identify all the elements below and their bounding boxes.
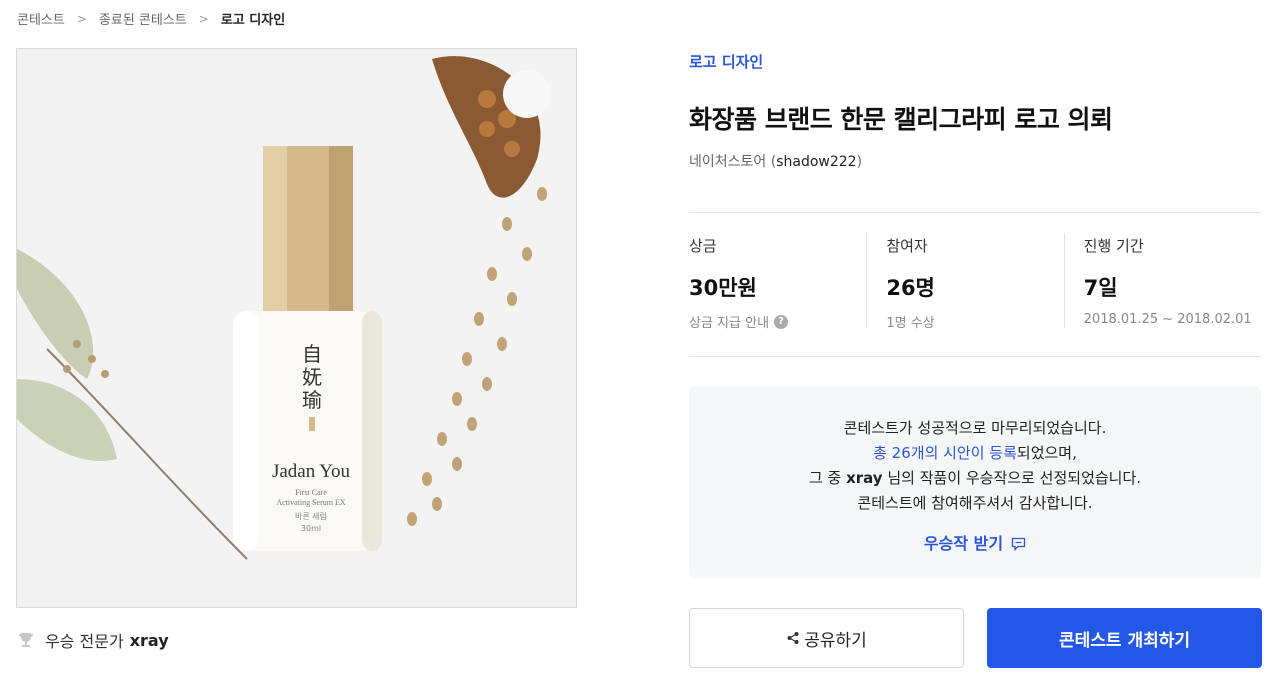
bottle-brand-name: Jadan You	[272, 461, 351, 482]
bottle-line: First Care	[295, 488, 327, 497]
stat-period: 진행 기간 7일 2018.01.25 ~ 2018.02.01	[1063, 213, 1261, 356]
trophy-icon	[19, 633, 33, 647]
breadcrumb-item-ended-contest[interactable]: 종료된 콘테스트	[99, 9, 187, 28]
bottle-brand-char: 妩	[302, 365, 322, 389]
winner-row: 우승 전문가 xray	[17, 628, 169, 652]
winner-name[interactable]: xray	[130, 631, 169, 650]
share-icon	[787, 632, 799, 644]
prize-info-link[interactable]: 상금 지급 안내 ?	[689, 312, 866, 331]
winner-name-inline: xray	[846, 469, 883, 487]
host-contest-button[interactable]: 콘테스트 개최하기	[987, 608, 1262, 668]
stat-value: 30만원	[689, 276, 757, 300]
winning-artwork-image[interactable]: 自 妩 瑜 Jadan You First Care Activating Se…	[16, 48, 577, 608]
bottle-line: 30ml	[301, 524, 321, 533]
notice-line: 총 26개의 시안이 등록되었으며,	[689, 441, 1261, 466]
share-button-label: 공유하기	[804, 630, 867, 651]
award-link-label: 우승작 받기	[923, 534, 1004, 553]
stat-sub: 상금 지급 안내	[689, 316, 770, 331]
winner-label: 우승 전문가	[45, 632, 124, 651]
bottle-brand-char: 瑜	[302, 388, 322, 412]
notice-line: 콘테스트에 참여해주셔서 감사합니다.	[857, 494, 1093, 512]
notice-line: 콘테스트가 성공적으로 마무리되었습니다.	[843, 419, 1107, 437]
share-button[interactable]: 공유하기	[689, 608, 964, 668]
stat-sub: 1명 수상	[886, 316, 935, 331]
bottle-line: Activating Serum EX	[276, 498, 346, 507]
owner-id-paren: )	[856, 154, 863, 170]
stat-value: 26명	[886, 276, 935, 300]
stat-label: 상금	[689, 237, 717, 255]
notice-line: 그 중 xray 님의 작품이 우승작으로 선정되었습니다.	[689, 466, 1261, 491]
notice-text: 그 중	[808, 469, 847, 487]
stat-label: 참여자	[886, 237, 928, 255]
contest-complete-notice: 콘테스트가 성공적으로 마무리되었습니다. 총 26개의 시안이 등록되었으며,…	[689, 386, 1261, 578]
bottle-line: 바른 세럼	[295, 511, 327, 521]
contest-title: 화장품 브랜드 한문 캘리그라피 로고 의뢰	[689, 105, 1113, 134]
chevron-right-icon: >	[198, 11, 209, 26]
contest-owner: 네이처스토어 (shadow222)	[689, 151, 862, 171]
owner-id: shadow222	[776, 154, 857, 170]
notice-text: 님의 작품이 우승작으로 선정되었습니다.	[882, 469, 1142, 487]
get-winning-work-link[interactable]: 우승작 받기	[924, 531, 1026, 556]
stat-participants: 참여자 26명 1명 수상	[866, 213, 1063, 356]
stat-value: 7일	[1083, 276, 1118, 300]
contest-category[interactable]: 로고 디자인	[689, 51, 763, 72]
host-button-label: 콘테스트 개최하기	[1058, 630, 1191, 651]
stat-prize: 상금 30만원 상금 지급 안내 ?	[689, 213, 866, 356]
bottle-brand-char: 自	[302, 342, 322, 366]
breadcrumb: 콘테스트 > 종료된 콘테스트 > 로고 디자인	[17, 9, 286, 29]
breadcrumb-item-logo-design: 로고 디자인	[220, 13, 286, 28]
stat-sub: 2018.01.25 ~ 2018.02.01	[1083, 312, 1252, 327]
stat-label: 진행 기간	[1083, 237, 1144, 255]
breadcrumb-item-contest[interactable]: 콘테스트	[17, 9, 65, 28]
chevron-right-icon: >	[76, 11, 87, 26]
contest-stats: 상금 30만원 상금 지급 안내 ? 참여자 26명 1명 수상 진행 기간 7…	[689, 212, 1261, 357]
message-icon	[1011, 537, 1026, 551]
serum-bottle-illustration: 自 妩 瑜 Jadan You First Care Activating Se…	[17, 49, 576, 607]
help-icon[interactable]: ?	[774, 314, 789, 329]
submission-count-link[interactable]: 총 26개의 시안이 등록	[873, 444, 1017, 462]
owner-name: 네이처스토어	[689, 154, 767, 170]
notice-text: 되었으며,	[1016, 444, 1077, 462]
